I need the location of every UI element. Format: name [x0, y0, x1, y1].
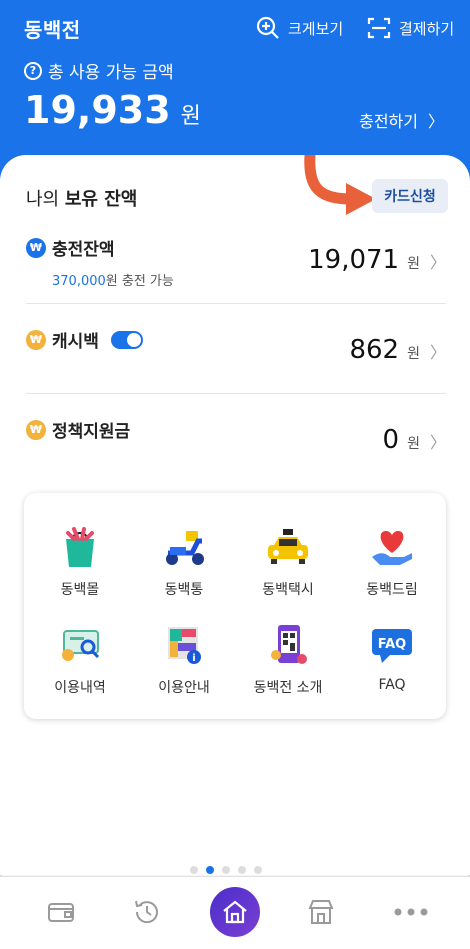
more-nav[interactable] [394, 897, 428, 927]
total-unit: 원 [180, 104, 201, 129]
charge-balance-unit: 원 [407, 256, 420, 272]
cashback-toggle[interactable] [110, 330, 143, 349]
menu-label: 이용안내 [158, 680, 210, 696]
pay-label: 결제하기 [399, 19, 455, 38]
policy-fund-unit: 원 [407, 436, 420, 452]
pay-button[interactable]: 결제하기 [367, 16, 454, 40]
sprout-coin-icon: ₩ [26, 419, 46, 440]
zoom-in-icon [256, 16, 279, 39]
shopping-bag-icon [56, 523, 104, 571]
policy-fund-amount: 0 [382, 425, 400, 455]
cashback-amount: 862 [349, 335, 400, 365]
charge-available-amount: 370,000 [52, 274, 106, 289]
won-coin-icon: ₩ [26, 237, 46, 258]
store-icon [308, 900, 334, 924]
history-clock-icon [135, 900, 158, 924]
app-logo: 동백전 [24, 18, 81, 42]
balance-title-bold: 보유 잔액 [64, 189, 138, 210]
chevron-right-icon: 〉 [429, 253, 446, 272]
scan-icon [367, 17, 391, 39]
menu-item-taxi[interactable]: 동백택시 [238, 523, 338, 599]
faq-bubble-icon: FAQ [368, 621, 416, 669]
charge-available-text: 원 충전 가능 [105, 274, 174, 289]
chevron-right-icon: 〉 [427, 112, 444, 131]
cashback-row[interactable]: ₩ 캐시백 862 원 〉 [26, 327, 446, 387]
chevron-right-icon: 〉 [429, 343, 446, 362]
balance-title: 나의 보유 잔액 [26, 185, 137, 211]
menu-label: 동백통 [164, 582, 204, 598]
heart-hand-icon [368, 523, 416, 571]
page-dot [190, 866, 198, 874]
card-apply-button[interactable]: 카드신청 [372, 179, 448, 213]
menu-item-dream[interactable]: 동백드림 [342, 523, 442, 599]
menu-label: FAQ [378, 677, 406, 693]
taxi-icon [264, 523, 312, 571]
page-indicator [190, 866, 262, 874]
guide-map-icon: i [160, 621, 208, 669]
menu-label: 동백전 소개 [253, 680, 323, 696]
menu-item-history[interactable]: 이용내역 [30, 621, 130, 697]
divider [26, 393, 446, 394]
chevron-right-icon: 〉 [429, 433, 446, 452]
history-card-icon [56, 621, 104, 669]
menu-item-faq[interactable]: FAQ FAQ [342, 621, 442, 693]
menu-item-delivery[interactable]: 동백통 [134, 523, 234, 599]
wallet-icon [48, 903, 74, 922]
charge-balance-row[interactable]: ₩ 충전잔액 370,000원 충전 가능 19,071 원 〉 [26, 235, 446, 295]
bottom-nav [0, 876, 470, 949]
cashback-coin-icon: ₩ [26, 329, 46, 350]
cashback-label: 캐시백 [52, 332, 99, 352]
divider [26, 303, 446, 304]
page-dot-active [206, 866, 214, 874]
available-amount-label[interactable]: ? 총 사용 가능 금액 [24, 58, 174, 83]
store-nav[interactable] [306, 897, 336, 927]
charge-button[interactable]: 충전하기 〉 [359, 108, 444, 132]
scooter-icon [160, 523, 208, 571]
menu-label: 동백드림 [366, 582, 418, 598]
home-button[interactable] [210, 887, 260, 937]
page-dot [254, 866, 262, 874]
service-menu: 동백몰 동백통 동백택시 동백드림 이용내역 i 이용안내 동백전 소개 FAQ… [24, 493, 446, 719]
cashback-unit: 원 [407, 346, 420, 362]
home-icon [223, 900, 247, 924]
charge-label: 충전하기 [359, 112, 418, 131]
available-text: 총 사용 가능 금액 [48, 63, 174, 83]
history-nav[interactable] [132, 897, 162, 927]
zoom-button[interactable]: 크게보기 [256, 16, 343, 40]
zoom-label: 크게보기 [288, 19, 344, 38]
help-icon: ? [24, 61, 42, 80]
more-dots-icon [394, 908, 428, 916]
policy-fund-label: 정책지원금 [52, 422, 131, 442]
total-amount: 19,933 [24, 88, 171, 132]
annotation-arrow-icon [304, 155, 376, 215]
balance-title-prefix: 나의 [26, 189, 65, 210]
wallet-nav[interactable] [46, 897, 76, 927]
total-balance: 19,933 원 [24, 88, 201, 132]
menu-label: 동백택시 [262, 582, 314, 598]
menu-item-mall[interactable]: 동백몰 [30, 523, 130, 599]
page-dot [238, 866, 246, 874]
phone-qr-icon [264, 621, 312, 669]
charge-balance-label: 충전잔액 [52, 240, 115, 260]
menu-item-intro[interactable]: 동백전 소개 [238, 621, 338, 697]
page-dot [222, 866, 230, 874]
menu-item-guide[interactable]: i 이용안내 [134, 621, 234, 697]
svg-text:i: i [192, 653, 195, 664]
charge-balance-amount: 19,071 [308, 245, 400, 275]
menu-label: 동백몰 [60, 582, 100, 598]
faq-icon-text: FAQ [378, 637, 407, 652]
policy-fund-row[interactable]: ₩ 정책지원금 0 원 〉 [26, 417, 446, 477]
balance-card: 나의 보유 잔액 카드신청 ₩ 충전잔액 370,000원 충전 가능 19,0… [0, 155, 470, 875]
menu-label: 이용내역 [54, 680, 106, 696]
